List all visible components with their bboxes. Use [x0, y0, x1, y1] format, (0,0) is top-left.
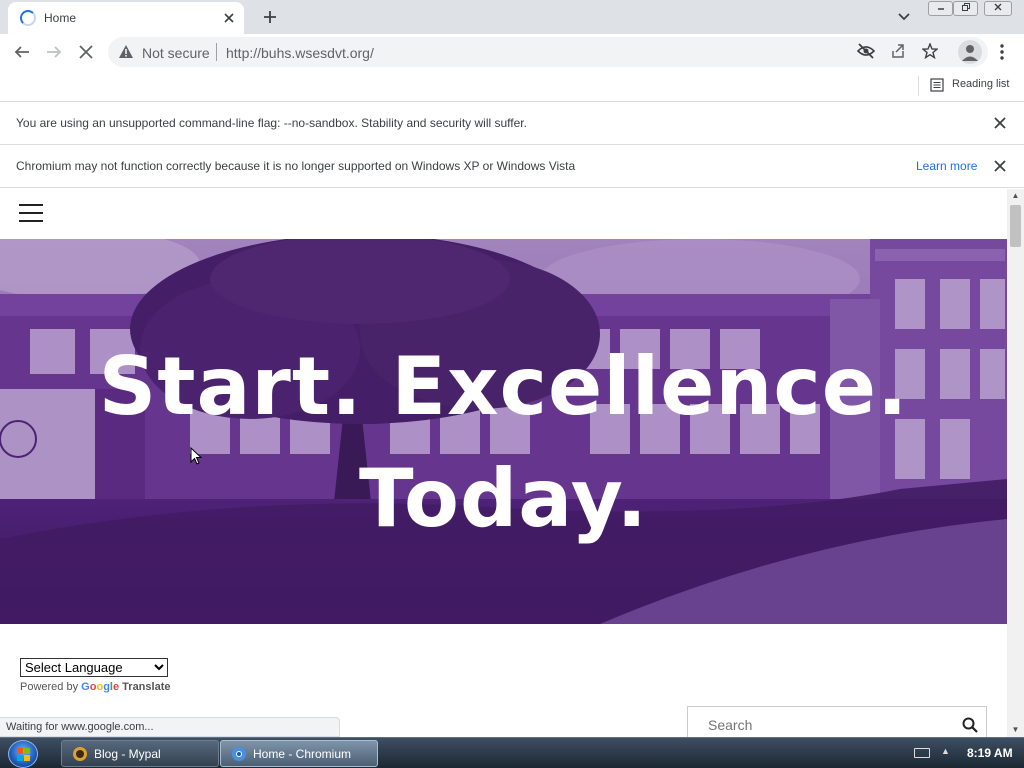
- close-tab-button[interactable]: [220, 9, 238, 27]
- page-viewport: Start. Excellence. Today. Select Languag…: [0, 189, 1007, 737]
- keyboard-icon[interactable]: [914, 748, 930, 758]
- profile-button[interactable]: [958, 40, 982, 64]
- new-tab-button[interactable]: [256, 3, 284, 31]
- more-vert-icon: [1000, 44, 1004, 60]
- share-button[interactable]: [888, 43, 908, 61]
- tab-search-button[interactable]: [892, 6, 916, 28]
- search-icon: [962, 717, 978, 733]
- taskbar-item-label: Blog - Mypal: [94, 747, 161, 761]
- close-icon: [224, 13, 234, 23]
- scrollbar-thumb[interactable]: [1010, 205, 1021, 247]
- back-arrow-icon: [14, 46, 29, 58]
- security-status[interactable]: Not secure: [142, 45, 210, 61]
- infobar-close-button[interactable]: [992, 115, 1008, 131]
- mypal-browser-icon: [73, 747, 87, 761]
- reading-list-icon: [930, 78, 944, 92]
- restore-button[interactable]: [953, 1, 978, 16]
- star-icon: [921, 42, 939, 60]
- mouse-cursor-icon: [190, 447, 202, 465]
- bookmark-button[interactable]: [920, 42, 940, 61]
- bookmarks-bar: Reading list: [0, 70, 1024, 102]
- hero-headline-line2: Today.: [359, 452, 648, 545]
- hamburger-menu-button[interactable]: [19, 204, 43, 224]
- windows-orb-icon: [17, 748, 30, 761]
- forward-button[interactable]: [40, 38, 68, 66]
- hero-headline: Start. Excellence. Today.: [0, 331, 1007, 555]
- system-clock[interactable]: 8:19 AM: [967, 746, 1013, 760]
- show-hidden-icons-button[interactable]: ▲: [941, 746, 950, 756]
- close-icon: [994, 160, 1006, 172]
- status-bubble: Waiting for www.google.com...: [0, 717, 340, 737]
- close-icon: [994, 3, 1002, 11]
- profile-icon: [962, 45, 978, 61]
- learn-more-link[interactable]: Learn more: [916, 159, 977, 173]
- tab-strip: Home: [0, 0, 1024, 34]
- taskbar-item-home-chromium[interactable]: Home - Chromium: [220, 740, 378, 767]
- restore-icon: [961, 3, 970, 11]
- omnibox-divider: [216, 43, 217, 61]
- tracking-protection-button[interactable]: [856, 43, 876, 61]
- minimize-icon: [937, 8, 944, 10]
- sandbox-warning-infobar: You are using an unsupported command-lin…: [0, 102, 1024, 145]
- taskbar-item-label: Home - Chromium: [253, 747, 352, 761]
- scroll-down-button[interactable]: ▼: [1007, 723, 1024, 737]
- tab-home[interactable]: Home: [8, 2, 244, 34]
- powered-by-label: Powered by: [20, 681, 79, 693]
- scroll-up-button[interactable]: ▲: [1007, 189, 1024, 203]
- chevron-down-icon: [898, 13, 910, 21]
- share-icon: [892, 44, 904, 58]
- url-text[interactable]: http://buhs.wsesdvt.org/: [226, 45, 374, 61]
- plus-icon: [264, 11, 276, 23]
- google-logo[interactable]: Google: [81, 681, 122, 693]
- hamburger-icon: [19, 212, 43, 214]
- infobar-close-button[interactable]: [992, 158, 1008, 174]
- forward-arrow-icon: [47, 46, 62, 58]
- reading-list-label: Reading list: [952, 78, 1010, 90]
- window-close-button[interactable]: [984, 1, 1012, 16]
- site-search-button[interactable]: [962, 717, 980, 735]
- infobar-message: Chromium may not function correctly beca…: [16, 159, 576, 173]
- stop-icon: [79, 45, 93, 59]
- site-search-input[interactable]: [696, 713, 946, 737]
- browser-menu-button[interactable]: [992, 40, 1012, 64]
- stop-loading-button[interactable]: [72, 38, 100, 66]
- windows-taskbar: Blog - Mypal Home - Chromium ▲ 8:19 AM: [0, 737, 1024, 768]
- chromium-icon: [232, 747, 246, 761]
- close-icon: [994, 117, 1006, 129]
- warning-icon[interactable]: [118, 44, 134, 59]
- address-bar[interactable]: Not secure http://buhs.wsesdvt.org/: [108, 37, 988, 67]
- loading-spinner-icon: [20, 10, 36, 26]
- tab-title: Home: [44, 11, 77, 25]
- taskbar-item-blog-mypal[interactable]: Blog - Mypal: [61, 740, 219, 767]
- eye-off-icon: [856, 43, 876, 59]
- page-scrollbar[interactable]: ▲ ▼: [1007, 189, 1024, 737]
- translate-label: Translate: [122, 681, 171, 693]
- back-button[interactable]: [8, 38, 36, 66]
- hamburger-icon: [19, 220, 43, 222]
- start-button[interactable]: [8, 740, 38, 768]
- hero-banner: Start. Excellence. Today.: [0, 239, 1007, 624]
- minimize-button[interactable]: [928, 1, 953, 16]
- unsupported-os-infobar: Chromium may not function correctly beca…: [0, 145, 1024, 188]
- bookmarks-bar-divider: [918, 76, 919, 96]
- hero-headline-line1: Start. Excellence.: [98, 340, 909, 433]
- hamburger-icon: [19, 204, 43, 206]
- infobar-message: You are using an unsupported command-lin…: [16, 116, 527, 130]
- browser-toolbar: Not secure http://buhs.wsesdvt.org/: [0, 34, 1024, 70]
- powered-by-google-translate: Powered by Google Translate: [20, 681, 170, 693]
- site-search-form: [687, 706, 987, 737]
- language-select[interactable]: Select Language: [20, 658, 168, 677]
